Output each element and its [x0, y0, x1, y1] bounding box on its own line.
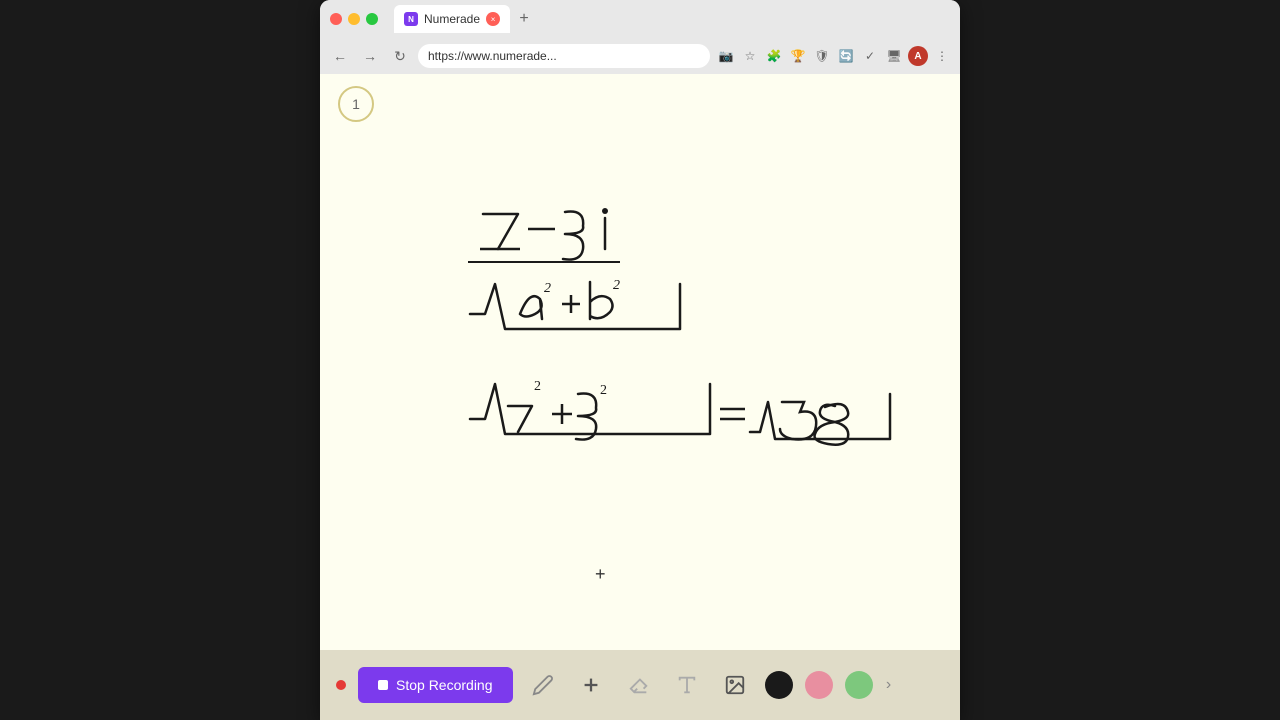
address-bar[interactable]: https://www.numerade... — [418, 44, 710, 68]
nav-icons: 📷 ☆ 🧩 🏆 🛡 🔄 ✓ 🖥 A ⋮ — [716, 46, 952, 66]
cursor-plus: + — [595, 564, 606, 585]
trophy-icon[interactable]: 🏆 — [788, 46, 808, 66]
more-button[interactable]: ⋮ — [932, 46, 952, 66]
svg-text:2: 2 — [600, 383, 607, 398]
close-button[interactable] — [330, 13, 342, 25]
math-svg: 2 2 2 — [400, 154, 920, 474]
image-tool[interactable] — [717, 667, 753, 703]
text-tool[interactable] — [669, 667, 705, 703]
browser-window: N Numerade × + ← → ↻ https://www.numerad… — [320, 0, 960, 720]
forward-button[interactable]: → — [358, 44, 382, 68]
more-colors[interactable]: › — [885, 671, 893, 699]
tab-title: Numerade — [424, 12, 480, 26]
url-text: https://www.numerade... — [428, 49, 557, 63]
tab-favicon: N — [404, 12, 418, 26]
tab-close-button[interactable]: × — [486, 12, 500, 26]
color-pink[interactable] — [805, 671, 833, 699]
svg-text:2: 2 — [544, 281, 551, 296]
traffic-lights — [330, 13, 378, 25]
camera-icon[interactable]: 📷 — [716, 46, 736, 66]
monitor-icon[interactable]: 🖥 — [884, 46, 904, 66]
add-tool[interactable] — [573, 667, 609, 703]
color-black[interactable] — [765, 671, 793, 699]
svg-text:2: 2 — [613, 278, 620, 293]
sync-icon[interactable]: 🔄 — [836, 46, 856, 66]
minimize-button[interactable] — [348, 13, 360, 25]
active-tab[interactable]: N Numerade × — [394, 5, 510, 33]
extensions-icon[interactable]: 🧩 — [764, 46, 784, 66]
stop-recording-label: Stop Recording — [396, 677, 493, 693]
nav-bar: ← → ↻ https://www.numerade... 📷 ☆ 🧩 🏆 🛡 … — [320, 38, 960, 74]
shield-icon[interactable]: 🛡 — [812, 46, 832, 66]
recording-indicator — [336, 680, 346, 690]
stop-recording-button[interactable]: Stop Recording — [358, 667, 513, 703]
tab-area: N Numerade × + — [394, 5, 534, 33]
right-panel — [960, 0, 1280, 720]
title-bar: N Numerade × + — [320, 0, 960, 38]
content-area: 1 2 — [320, 74, 960, 650]
check-icon[interactable]: ✓ — [860, 46, 880, 66]
color-green[interactable] — [845, 671, 873, 699]
back-button[interactable]: ← — [328, 44, 352, 68]
eraser-tool[interactable] — [621, 667, 657, 703]
toolbar: Stop Recording — [320, 650, 960, 720]
math-content: 2 2 2 — [400, 154, 920, 479]
step-indicator: 1 — [338, 86, 374, 122]
new-tab-button[interactable]: + — [514, 9, 534, 29]
bookmark-icon[interactable]: ☆ — [740, 46, 760, 66]
pencil-tool[interactable] — [525, 667, 561, 703]
refresh-button[interactable]: ↻ — [388, 44, 412, 68]
left-panel — [0, 0, 320, 720]
maximize-button[interactable] — [366, 13, 378, 25]
svg-text:2: 2 — [534, 379, 541, 394]
step-number: 1 — [352, 96, 360, 112]
user-avatar[interactable]: A — [908, 46, 928, 66]
